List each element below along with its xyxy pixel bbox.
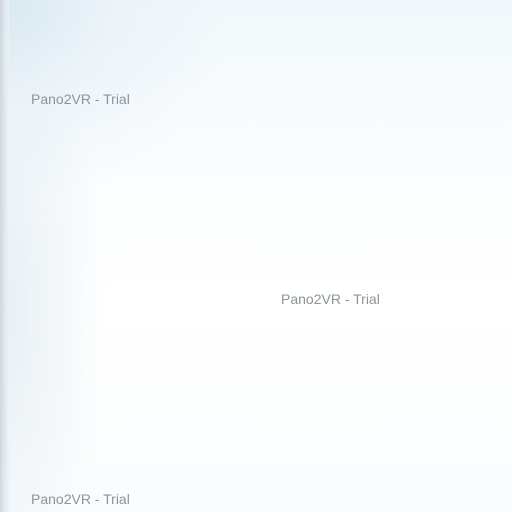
trial-watermark-center: Pano2VR - Trial — [281, 291, 380, 307]
panorama-image: Pano2VR - Trial Pano2VR - Trial Pano2VR … — [0, 0, 512, 512]
left-edge-strip — [0, 0, 9, 512]
trial-watermark-bottom-left: Pano2VR - Trial — [31, 491, 130, 507]
trial-watermark-top-left: Pano2VR - Trial — [31, 91, 130, 107]
